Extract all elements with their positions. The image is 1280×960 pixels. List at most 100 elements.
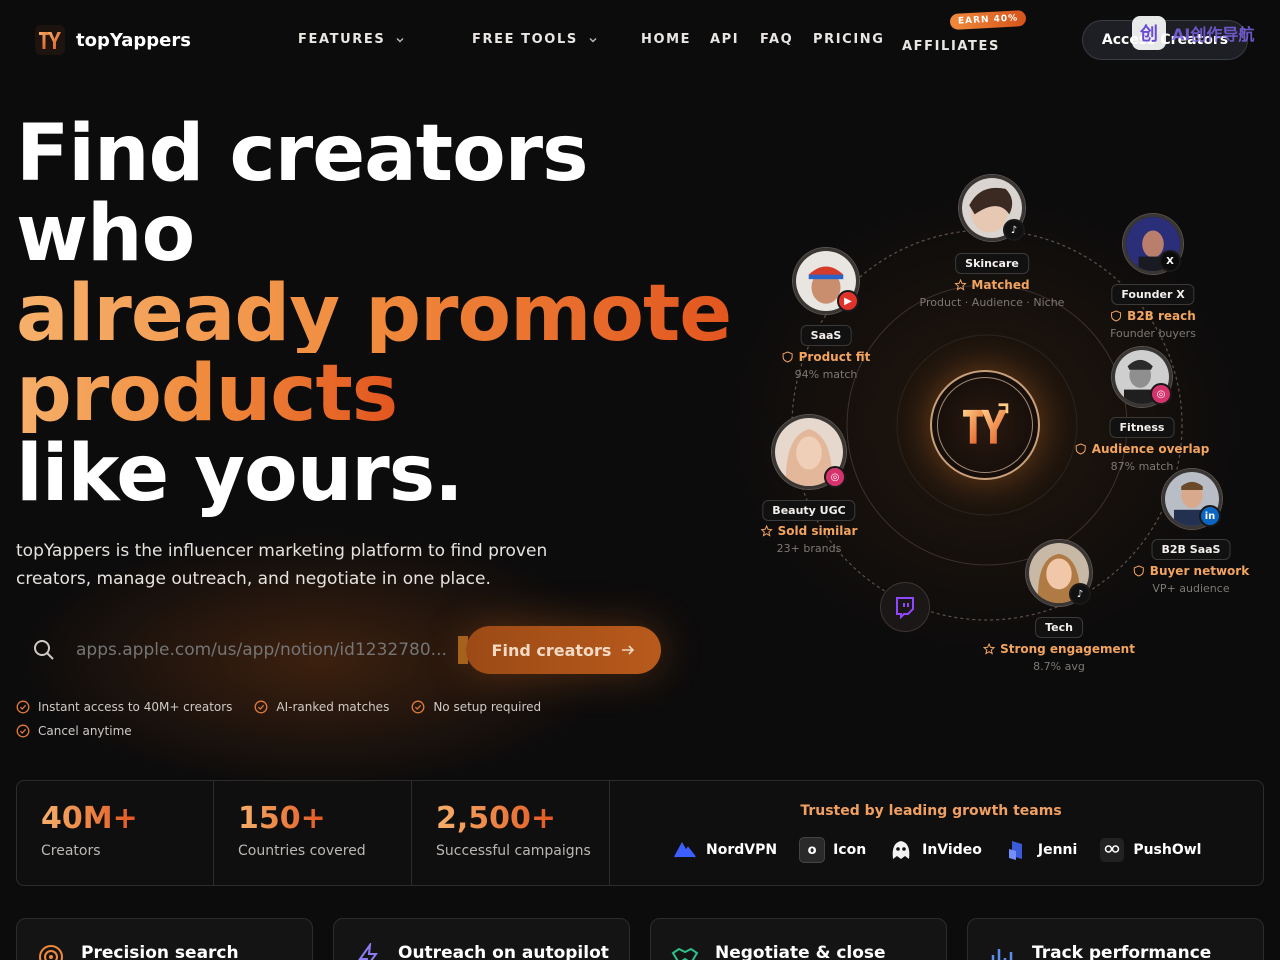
- check-circle-icon: [254, 700, 268, 714]
- stats-bar: 40M+ Creators 150+ Countries covered 2,5…: [16, 780, 1264, 886]
- linkedin-icon: in: [1199, 505, 1221, 527]
- jenni-icon: [1008, 841, 1022, 860]
- creator-meta-sub: Founder buyers: [1110, 327, 1196, 340]
- stat-creators: 40M+ Creators: [17, 781, 214, 885]
- creator-meta-sub: 8.7% avg: [1033, 660, 1085, 673]
- stat-value: 40M+: [41, 801, 138, 836]
- target-icon: [39, 945, 63, 960]
- nav-api[interactable]: API: [710, 32, 739, 47]
- check-circle-icon: [16, 724, 30, 738]
- creator-tag: Tech: [1035, 617, 1083, 638]
- nav-free-tools-label: FREE TOOLS: [472, 32, 578, 47]
- hero-title-line-5: like yours.: [16, 429, 464, 519]
- brand-name: PushOwl: [1133, 842, 1202, 858]
- brand-name: Jenni: [1037, 842, 1078, 858]
- stat-label: Countries covered: [238, 843, 366, 859]
- brand-jenni: Jenni: [1004, 837, 1077, 863]
- benefit-check: No setup required: [411, 700, 541, 714]
- tiktok-icon: ♪: [1069, 583, 1091, 605]
- top-navigation: topYappers FEATURES FREE TOOLS HOME API …: [0, 0, 1280, 80]
- instagram-icon: ◎: [824, 466, 846, 488]
- brand-name: Icon: [833, 842, 867, 858]
- shield-icon: [1133, 565, 1144, 577]
- find-creators-label: Find creators: [491, 640, 612, 660]
- brand-logos: NordVPN o Icon InVideo Jenni PushOwl: [672, 837, 1201, 863]
- stat-label: Creators: [41, 843, 101, 859]
- benefit-text: Cancel anytime: [38, 724, 132, 738]
- handshake-icon: [671, 947, 699, 960]
- nav-features[interactable]: FEATURES: [298, 32, 405, 47]
- feature-card-precision-search[interactable]: Precision search: [16, 918, 313, 960]
- logo-icon: [35, 25, 65, 55]
- hero-title-line-4: products: [16, 349, 398, 439]
- feature-title: Track performance: [1032, 943, 1212, 960]
- feature-card-track-performance[interactable]: Track performance: [967, 918, 1264, 960]
- hero-title-line-2: who: [16, 189, 195, 279]
- benefit-checks-row-1: Instant access to 40M+ creators AI-ranke…: [16, 700, 541, 714]
- creator-tag: SaaS: [800, 325, 852, 346]
- creator-meta: Strong engagement 8.7% avg: [983, 642, 1135, 673]
- shield-icon: [1111, 310, 1122, 322]
- search-icon: [34, 640, 54, 660]
- feature-title: Precision search: [81, 943, 239, 960]
- nav-home[interactable]: HOME: [641, 32, 691, 47]
- brand-invideo: InVideo: [888, 837, 982, 863]
- chevron-down-icon: [589, 37, 597, 42]
- nordvpn-icon: [674, 841, 696, 858]
- creator-meta-main: Audience overlap: [1091, 442, 1210, 456]
- trusted-heading: Trusted by leading growth teams: [800, 803, 1062, 819]
- brand-logo[interactable]: topYappers: [34, 24, 191, 56]
- creator-meta: Matched Product · Audience · Niche: [920, 278, 1065, 309]
- benefit-text: No setup required: [433, 700, 542, 714]
- creator-tag: Founder X: [1111, 284, 1195, 305]
- stat-value: 2,500+: [436, 801, 557, 836]
- creator-tag: Fitness: [1109, 417, 1175, 438]
- nav-affiliates[interactable]: AFFILIATES: [902, 39, 1000, 54]
- stat-campaigns: 2,500+ Successful campaigns: [412, 781, 610, 885]
- nav-faq[interactable]: FAQ: [760, 32, 793, 47]
- search-input[interactable]: [76, 632, 456, 668]
- brand-icon: o Icon: [799, 837, 866, 863]
- feature-title: Outreach on autopilot: [398, 943, 609, 960]
- brand-name: NordVPN: [706, 842, 778, 858]
- creator-meta-main: Strong engagement: [1000, 642, 1135, 656]
- benefit-check: Instant access to 40M+ creators: [16, 700, 232, 714]
- nav-free-tools[interactable]: FREE TOOLS: [472, 32, 598, 47]
- feature-card-outreach[interactable]: Outreach on autopilot: [333, 918, 630, 960]
- feature-title: Negotiate & close: [715, 943, 886, 960]
- bar-chart-icon: [991, 949, 1013, 960]
- creator-meta-sub: VP+ audience: [1152, 582, 1230, 595]
- check-circle-icon: [16, 700, 30, 714]
- creator-meta-main: Product fit: [798, 350, 871, 364]
- creator-meta-main: B2B reach: [1127, 309, 1196, 323]
- benefit-text: AI-ranked matches: [276, 700, 390, 714]
- creator-meta-sub: 94% match: [794, 368, 858, 381]
- check-circle-icon: [411, 700, 425, 714]
- chevron-down-icon: [396, 37, 404, 42]
- creator-tag: Beauty UGC: [762, 500, 856, 521]
- stat-countries: 150+ Countries covered: [214, 781, 412, 885]
- creator-meta-main: Matched: [971, 278, 1030, 292]
- brand-name: InVideo: [922, 842, 982, 858]
- feature-card-negotiate[interactable]: Negotiate & close: [650, 918, 947, 960]
- search-bar: Find creators: [16, 624, 666, 676]
- benefit-check: Cancel anytime: [16, 724, 132, 738]
- orbit-hub: [930, 370, 1040, 480]
- benefit-check: AI-ranked matches: [254, 700, 389, 714]
- icon-brand-icon: o: [799, 837, 826, 863]
- creator-meta: Sold similar 23+ brands: [760, 524, 858, 555]
- brand-pushowl: PushOwl: [1099, 837, 1201, 863]
- watermark-overlay: 创 AI创作导航: [1132, 14, 1260, 52]
- hero-title-line-3: already promote: [16, 269, 732, 359]
- twitch-icon: [880, 582, 930, 632]
- shield-icon: [782, 351, 793, 363]
- stat-label: Successful campaigns: [436, 843, 591, 859]
- star-icon: [983, 643, 996, 655]
- find-creators-button[interactable]: Find creators: [466, 626, 661, 674]
- tiktok-icon: ♪: [1003, 219, 1025, 241]
- watermark-text: AI创作导航: [1172, 25, 1255, 44]
- nav-pricing[interactable]: PRICING: [813, 32, 885, 47]
- hub-logo-icon: [963, 403, 1009, 444]
- brand-nordvpn: NordVPN: [672, 837, 777, 863]
- creator-meta-main: Sold similar: [777, 524, 858, 538]
